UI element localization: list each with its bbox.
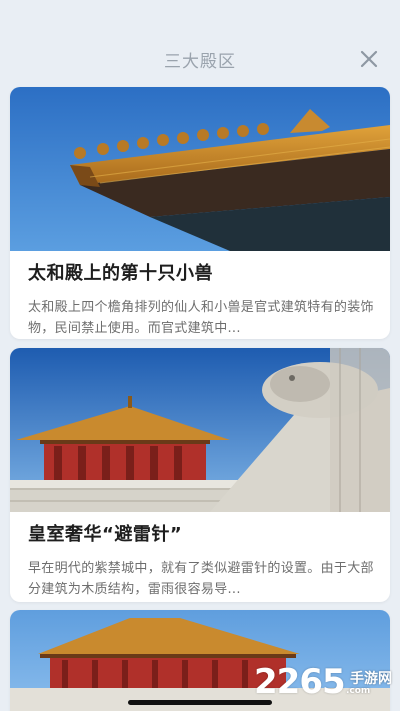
article-summary: 早在明代的紫禁城中，就有了类似避雷针的设置。由于大部分建筑为木质结构，雷雨很容易… [28, 561, 374, 597]
watermark-url: .com [346, 686, 371, 696]
article-photo-roof-beasts [10, 87, 390, 251]
site-watermark-logo: 2265 手游网 .com [240, 662, 400, 702]
page-title: 三大殿区 [164, 52, 236, 72]
article-summary: 太和殿上四个檐角排列的仙人和小兽是官式建筑特有的装饰物，民间禁止使用。而官式建筑… [28, 300, 374, 336]
watermark-site: 手游网 [350, 671, 392, 687]
article-headline: 皇室奢华“避雷针” [28, 524, 183, 545]
article-card[interactable]: 皇室奢华“避雷针” 早在明代的紫禁城中，就有了类似避雷针的设置。由于大部分建筑为… [10, 348, 390, 602]
article-body: 太和殿上的第十只小兽 太和殿上四个檐角排列的仙人和小兽是官式建筑特有的装饰物，民… [10, 251, 390, 339]
screen: 三大殿区 太和殿上的第十只小兽 太和殿上四个檐角排列的仙人和小兽是官式建筑特有的… [0, 0, 400, 711]
article-headline: 太和殿上的第十只小兽 [28, 263, 213, 284]
article-photo-palace-dragon-spout [10, 348, 390, 512]
article-body: 皇室奢华“避雷针” 早在明代的紫禁城中，就有了类似避雷针的设置。由于大部分建筑为… [10, 512, 390, 602]
home-indicator[interactable] [128, 700, 272, 705]
watermark-number: 2265 [254, 662, 346, 702]
article-card[interactable]: 太和殿上的第十只小兽 太和殿上四个檐角排列的仙人和小兽是官式建筑特有的装饰物，民… [10, 87, 390, 339]
header: 三大殿区 [0, 0, 400, 86]
close-icon[interactable] [358, 48, 380, 70]
